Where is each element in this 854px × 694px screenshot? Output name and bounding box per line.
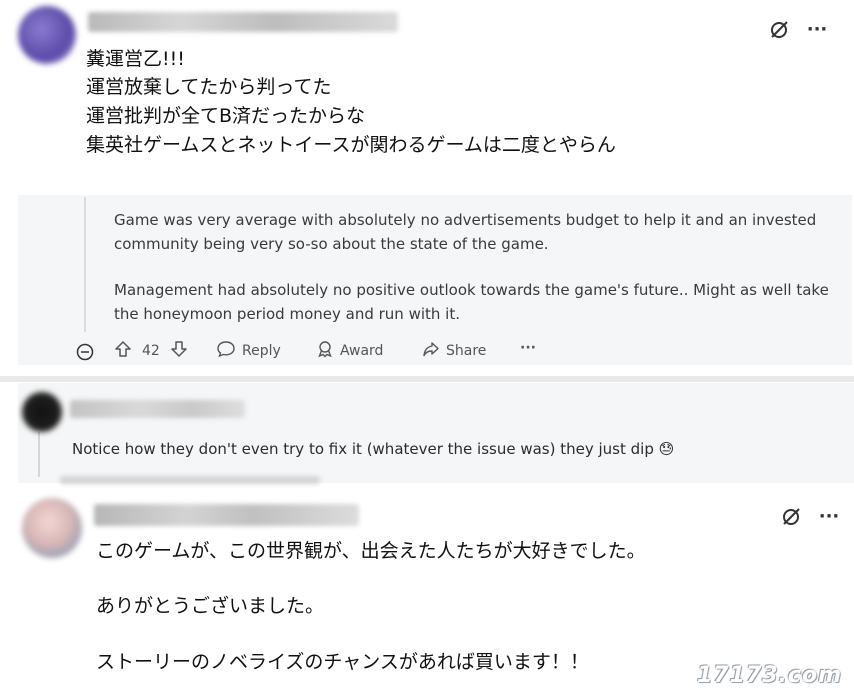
share-button[interactable]: Share [422, 340, 486, 362]
reply-label: Reply [242, 343, 281, 359]
mute-icon[interactable] [778, 503, 804, 529]
collapse-icon[interactable] [74, 341, 96, 363]
watermark-logo: 17173.com [697, 663, 842, 688]
comment-bubble-icon [216, 340, 236, 362]
share-icon [422, 340, 440, 362]
username-redacted [88, 12, 398, 32]
award-button[interactable]: Award [316, 340, 383, 362]
vote-group: 42 [114, 340, 188, 362]
avatar [22, 498, 82, 558]
username-redacted [94, 504, 359, 526]
avatar [18, 6, 76, 64]
quoted-text-line: the honeymoon period money and run with … [114, 305, 460, 323]
comment-line: 運営放棄してたから判ってた [86, 76, 332, 98]
divider [0, 376, 854, 382]
reply-button[interactable]: Reply [216, 340, 281, 362]
comment-line: このゲームが、この世界観が、出会えた人たちが大好きでした。 [96, 540, 646, 562]
thread-line [38, 432, 40, 477]
reply-comment-text: Notice how they don't even try to fix it… [72, 440, 675, 458]
action-bar-redacted [60, 476, 320, 484]
comment-line: ありがとうございました。 [96, 595, 325, 617]
award-label: Award [340, 343, 384, 359]
comment-line: 糞運営乙!!! [86, 48, 185, 70]
quoted-text-line: community being very so-so about the sta… [114, 235, 549, 253]
mute-icon[interactable] [766, 16, 792, 42]
quoted-text-line: Management had absolutely no positive ou… [114, 281, 829, 299]
comment-line: 集英社ゲームスとネットイースが関わるゲームは二度とやらん [86, 134, 616, 156]
username-redacted [70, 400, 245, 418]
more-options-icon[interactable]: ··· [816, 503, 842, 529]
thread-line [84, 197, 86, 332]
more-options-icon[interactable]: ··· [804, 16, 830, 42]
more-actions-label: ··· [520, 340, 536, 356]
upvote-icon[interactable] [114, 340, 132, 362]
comment-line: 運営批判が全てB済だったからな [86, 105, 366, 127]
more-actions-button[interactable]: ··· [520, 340, 536, 356]
award-icon [316, 340, 334, 362]
reply-comment-panel [18, 383, 854, 483]
comment-line: ストーリーのノベライズのチャンスがあれば買います！！ [96, 651, 589, 673]
avatar [22, 392, 62, 432]
vote-count: 42 [142, 343, 160, 359]
downvote-icon[interactable] [170, 340, 188, 362]
share-label: Share [446, 343, 487, 359]
quoted-text-line: Game was very average with absolutely no… [114, 211, 817, 229]
